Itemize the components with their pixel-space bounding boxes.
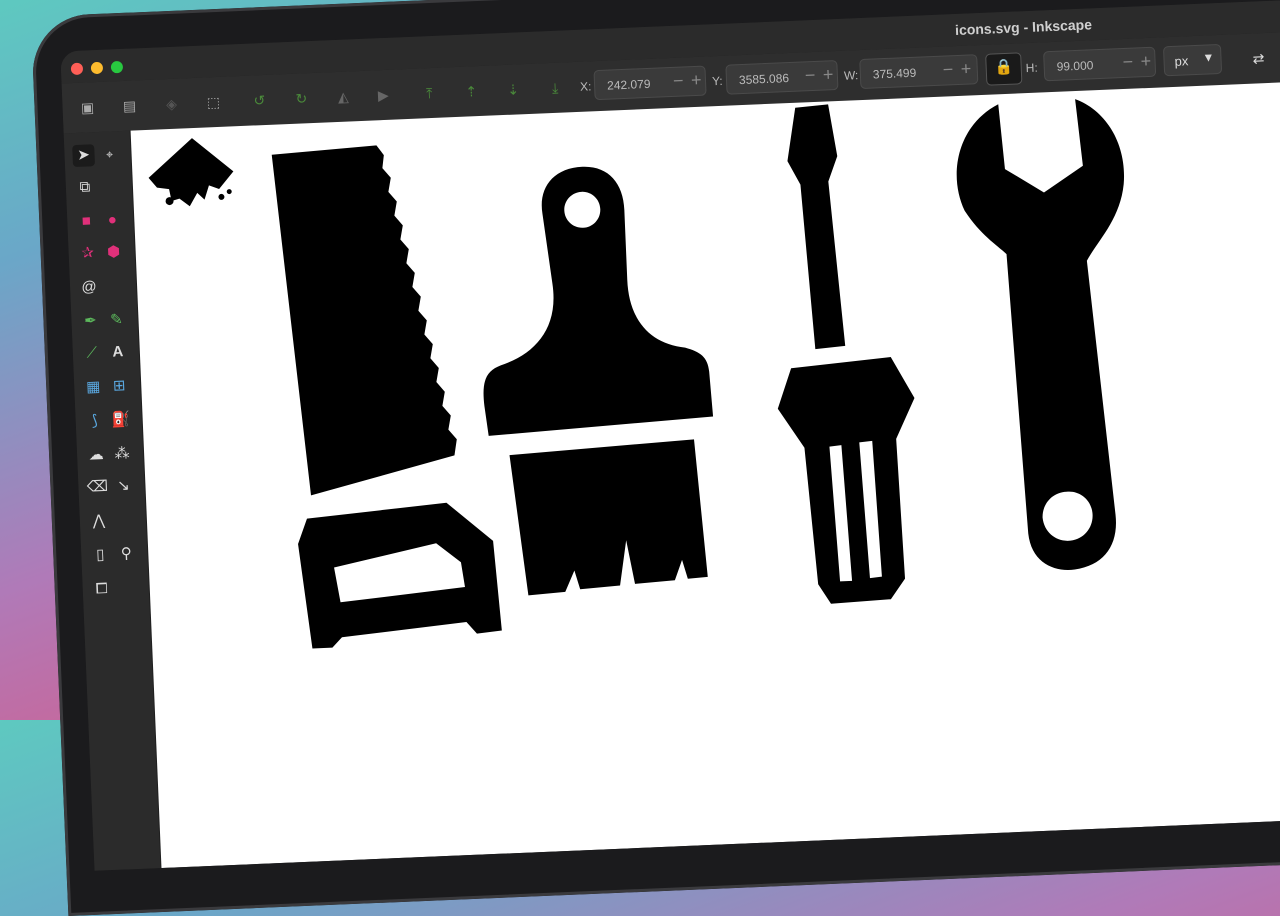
app-window: icons.svg - Inkscape ▣ ▤ ◈ ⬚ ↺ ↻ ◭ ▶ ⤒ ⇡… xyxy=(60,0,1280,871)
clone-icon[interactable]: ⧠ xyxy=(90,578,113,601)
node-icon[interactable]: ⌖ xyxy=(98,143,121,166)
x-decrement[interactable]: − xyxy=(673,70,684,90)
selector-icon[interactable]: ➤ xyxy=(72,144,96,168)
dropper-icon[interactable]: ⟆ xyxy=(83,410,106,433)
h-field[interactable]: 99.000 − + xyxy=(1043,46,1157,82)
y-field[interactable]: 3585.086 − + xyxy=(725,59,839,95)
unit-value: px xyxy=(1174,53,1189,69)
select-all-layers-icon[interactable]: ▤ xyxy=(120,96,139,115)
x-increment[interactable]: + xyxy=(691,70,702,90)
rotate-ccw-icon[interactable]: ↺ xyxy=(250,91,269,110)
spray-icon[interactable]: ⁂ xyxy=(111,443,134,466)
rectangle-icon[interactable]: ■ xyxy=(75,210,98,233)
select-all-icon[interactable]: ▣ xyxy=(78,98,97,117)
y-increment[interactable]: + xyxy=(822,64,833,84)
w-decrement[interactable]: − xyxy=(942,59,953,79)
connector-icon[interactable]: ↘ xyxy=(112,475,135,498)
star-icon[interactable]: ✰ xyxy=(76,242,99,265)
x-label: X: xyxy=(579,79,592,94)
lower-icon[interactable]: ⇣ xyxy=(504,80,523,99)
close-button[interactable] xyxy=(70,62,84,76)
eraser-icon[interactable]: ⌫ xyxy=(86,476,109,499)
circle-icon[interactable]: ● xyxy=(101,209,124,232)
h-decrement[interactable]: − xyxy=(1122,52,1133,72)
zoom-button[interactable] xyxy=(110,60,124,74)
toolbar-options-icon[interactable]: ⇄ xyxy=(1249,49,1268,68)
wrench-icon[interactable] xyxy=(954,97,1141,574)
w-value: 375.499 xyxy=(872,65,917,82)
tweak-icon[interactable]: ☁ xyxy=(85,444,108,467)
measure-icon[interactable]: ⋀ xyxy=(87,510,110,533)
raise-icon[interactable]: ⇡ xyxy=(462,82,481,101)
h-value: 99.000 xyxy=(1056,58,1094,74)
paint-bucket-icon[interactable]: ⛽ xyxy=(109,409,132,432)
laptop-bezel: icons.svg - Inkscape ▣ ▤ ◈ ⬚ ↺ ↻ ◭ ▶ ⤒ ⇡… xyxy=(19,0,1280,916)
drawing-canvas[interactable] xyxy=(130,79,1280,868)
shape-builder-icon[interactable]: ⧉ xyxy=(73,176,96,199)
paintbrush-icon[interactable] xyxy=(474,162,720,597)
deselect-icon[interactable]: ◈ xyxy=(162,95,181,114)
window-title: icons.svg - Inkscape xyxy=(954,16,1093,39)
spiral-icon[interactable]: @ xyxy=(78,276,101,299)
gradient-icon[interactable]: ▦ xyxy=(82,376,105,399)
mesh-icon[interactable]: ⊞ xyxy=(108,375,131,398)
pages-icon[interactable]: ▯ xyxy=(89,544,112,567)
y-decrement[interactable]: − xyxy=(804,65,815,85)
rotate-cw-icon[interactable]: ↻ xyxy=(292,89,311,108)
w-increment[interactable]: + xyxy=(960,58,971,78)
hand-saw-icon[interactable] xyxy=(271,141,503,649)
flip-vertical-icon[interactable]: ▶ xyxy=(374,86,393,105)
text-icon[interactable]: A xyxy=(106,341,129,364)
chevron-down-icon: ▼ xyxy=(1202,50,1215,65)
pencil-icon[interactable]: ✎ xyxy=(105,309,128,332)
x-field[interactable]: 242.079 − + xyxy=(593,65,707,101)
y-value: 3585.086 xyxy=(738,71,790,88)
screwdriver-icon[interactable] xyxy=(765,101,923,605)
h-label: H: xyxy=(1025,60,1039,76)
minimize-button[interactable] xyxy=(90,61,104,75)
3d-box-icon[interactable]: ⬢ xyxy=(102,241,125,264)
raise-to-top-icon[interactable]: ⤒ xyxy=(420,84,439,103)
zoom-icon[interactable]: ⚲ xyxy=(115,543,138,566)
lock-ratio-button[interactable]: 🔒 xyxy=(985,52,1023,86)
select-same-icon[interactable]: ⬚ xyxy=(204,93,223,112)
unit-select[interactable]: px ▼ xyxy=(1162,43,1223,77)
h-increment[interactable]: + xyxy=(1140,51,1151,71)
y-label: Y: xyxy=(711,73,723,89)
calligraphy-icon[interactable]: ⟋ xyxy=(80,342,103,365)
artwork xyxy=(147,97,1141,649)
pen-icon[interactable]: ✒ xyxy=(79,310,102,333)
lock-icon: 🔒 xyxy=(994,58,1014,77)
inkscape-logo[interactable] xyxy=(147,136,235,207)
lower-to-bottom-icon[interactable]: ⤓ xyxy=(546,78,565,97)
w-field[interactable]: 375.499 − + xyxy=(859,54,979,90)
x-value: 242.079 xyxy=(606,76,651,93)
flip-horizontal-icon[interactable]: ◭ xyxy=(334,87,353,106)
w-label: W: xyxy=(843,68,859,83)
